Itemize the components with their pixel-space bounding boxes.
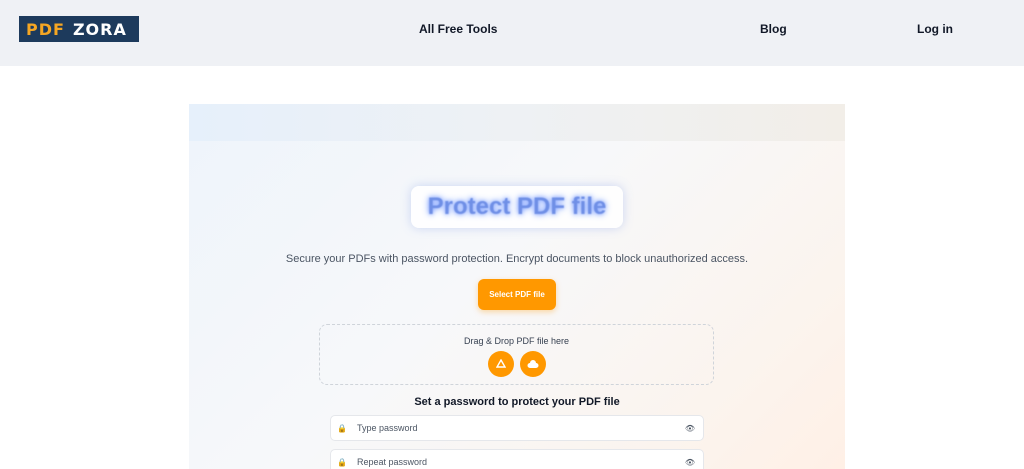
lock-icon: 🔒 — [337, 423, 347, 433]
lock-icon: 🔒 — [337, 457, 347, 467]
password-heading: Set a password to protect your PDF file — [414, 396, 620, 408]
cloud-upload-icon[interactable] — [520, 351, 546, 377]
eye-icon[interactable]: 👁 — [685, 458, 695, 467]
page-subtitle: Secure your PDFs with password protectio… — [285, 253, 749, 265]
card-top-band — [189, 104, 845, 141]
logo-text-zora: ZORA — [72, 19, 127, 39]
nav-blog[interactable]: Blog — [760, 22, 787, 36]
nav-all-free-tools[interactable]: All Free Tools — [419, 22, 497, 36]
nav-login[interactable]: Log in — [917, 22, 953, 36]
pdfzora-logo[interactable]: PDF ZORA — [19, 16, 139, 42]
page-title: Protect PDF file — [427, 193, 607, 220]
protect-pdf-card: Protect PDF file Secure your PDFs with p… — [189, 104, 845, 469]
site-header: PDF ZORA All Free Tools Blog Log in — [0, 0, 1024, 66]
dropzone-text: Drag & Drop PDF file here — [463, 336, 570, 346]
title-box: Protect PDF file — [411, 186, 623, 228]
repeat-password-input[interactable] — [355, 456, 685, 468]
drag-drop-zone[interactable]: Drag & Drop PDF file here — [319, 324, 714, 385]
repeat-password-field[interactable]: 🔒 👁 — [330, 449, 704, 469]
select-pdf-button[interactable]: Select PDF file — [478, 279, 556, 310]
logo-text-pdf: PDF — [26, 19, 65, 39]
google-drive-icon[interactable] — [488, 351, 514, 377]
password-input[interactable] — [355, 422, 685, 434]
password-field[interactable]: 🔒 👁 — [330, 415, 704, 441]
eye-icon[interactable]: 👁 — [685, 424, 695, 433]
